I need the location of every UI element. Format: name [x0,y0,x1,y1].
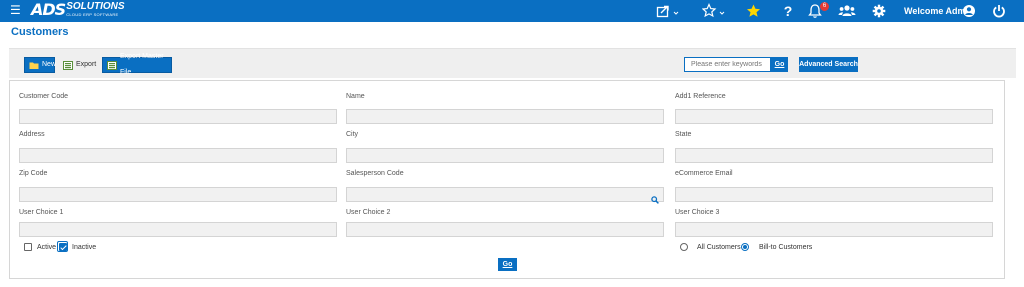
page-title: Customers [11,26,69,38]
add1-reference-field[interactable] [675,109,993,124]
ecommerce-email-label: eCommerce Email [675,170,733,177]
star-filled-icon[interactable] [746,3,762,19]
name-label: Name [346,93,365,100]
keyword-search-input[interactable] [684,57,771,72]
user-choice-2-field[interactable] [346,222,664,237]
city-field[interactable] [346,148,664,163]
logo-sub: SOLUTIONS [66,1,125,12]
menu-icon[interactable]: ☰ [10,3,21,17]
export-master-file-label: Export Master File [120,53,164,76]
gear-icon[interactable] [872,3,886,19]
logo-main: ADS [31,0,66,19]
active-checkbox[interactable] [24,243,32,251]
export-button-label: Export [76,61,97,68]
user-circle-icon[interactable] [962,3,976,19]
help-icon[interactable]: ? [782,3,794,19]
user-choice-1-label: User Choice 1 [19,209,64,216]
salesperson-code-label: Salesperson Code [346,170,404,177]
all-customers-radio[interactable] [680,243,688,251]
state-field[interactable] [675,148,993,163]
customer-code-label: Customer Code [19,93,69,100]
export-master-file-button[interactable]: Export Master File [102,53,172,76]
search-go-button[interactable]: Go [771,57,788,72]
active-label: Active [37,244,57,251]
address-label: Address [19,131,45,138]
add1-reference-label: Add1 Reference [675,93,726,100]
logo-tagline: CLOUD ERP SOFTWARE [66,12,119,17]
export-icon [63,60,73,70]
advanced-search-button[interactable]: Advanced Search [799,57,858,72]
ecommerce-email-field[interactable] [675,187,993,202]
inactive-label: Inactive [72,244,97,251]
export-master-icon [107,60,117,70]
address-field[interactable] [19,148,337,163]
power-icon[interactable] [992,3,1006,19]
name-field[interactable] [346,109,664,124]
share-icon[interactable] [656,3,682,19]
notification-badge: 6 [820,2,829,11]
new-button-label: New [42,61,57,68]
export-button[interactable]: Export [63,57,96,73]
bill-to-customers-radio[interactable] [741,243,749,251]
zip-code-label: Zip Code [19,170,48,177]
user-choice-3-field[interactable] [675,222,993,237]
zip-code-field[interactable] [19,187,337,202]
user-choice-1-field[interactable] [19,222,337,237]
app-logo[interactable]: ADS SOLUTIONS CLOUD ERP SOFTWARE [31,1,125,21]
top-navbar: ☰ ADS SOLUTIONS CLOUD ERP SOFTWARE ? 6 W… [0,0,1024,22]
all-customers-label: All Customers [697,244,741,251]
users-icon[interactable] [838,3,856,19]
inactive-checkbox[interactable] [59,243,67,251]
customer-code-field[interactable] [19,109,337,124]
folder-icon [29,61,39,70]
user-choice-2-label: User Choice 2 [346,209,391,216]
salesperson-code-field[interactable] [346,187,664,204]
new-button[interactable]: New [24,57,57,73]
star-outline-icon[interactable] [702,3,728,19]
city-label: City [346,131,359,138]
form-go-button[interactable]: Go [498,258,517,271]
search-icon[interactable] [651,191,659,209]
bill-to-customers-label: Bill-to Customers [759,244,813,251]
state-label: State [675,131,692,138]
user-choice-3-label: User Choice 3 [675,209,720,216]
